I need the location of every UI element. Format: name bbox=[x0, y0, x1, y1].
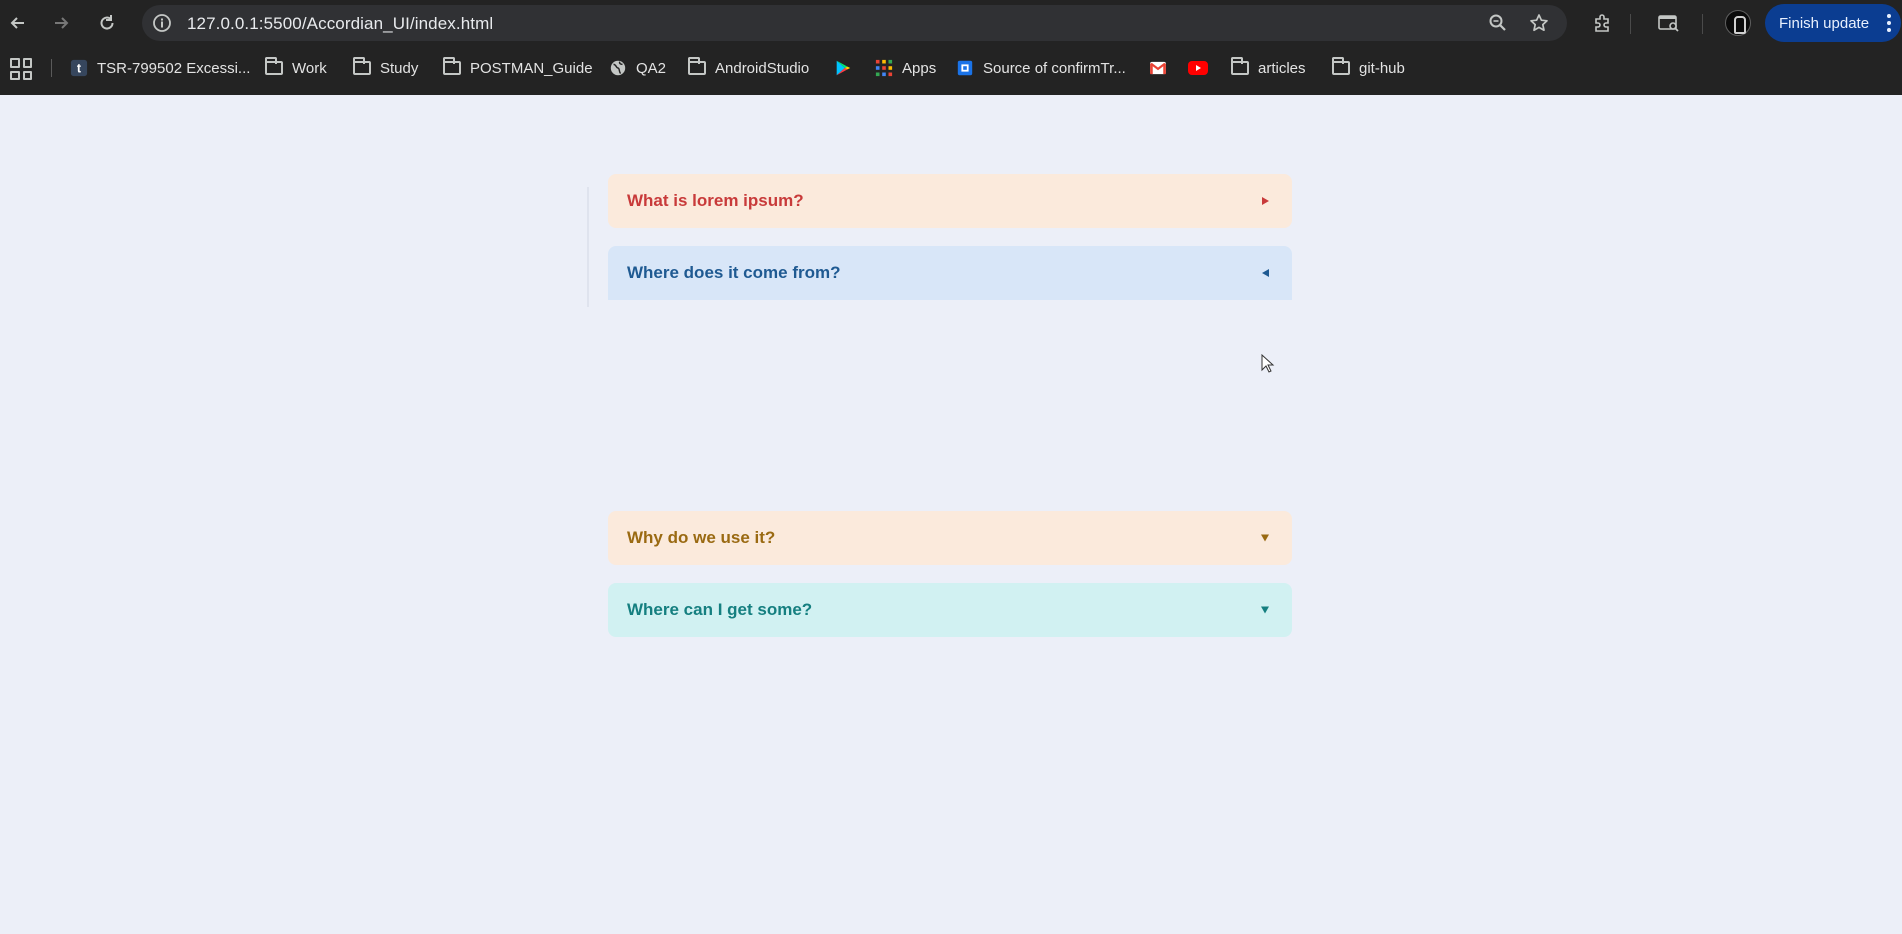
chevron-down-icon bbox=[1261, 606, 1269, 614]
gmail-icon bbox=[1148, 58, 1168, 78]
reload-button[interactable] bbox=[93, 9, 121, 37]
finish-update-button[interactable]: Finish update bbox=[1765, 4, 1901, 42]
bookmark-source-confirm[interactable]: Source of confirmTr... bbox=[955, 50, 1126, 86]
bookmark-play-store[interactable] bbox=[833, 50, 853, 86]
bookmark-label: Source of confirmTr... bbox=[983, 59, 1126, 77]
folder-icon bbox=[1331, 57, 1351, 78]
arrow-left-icon bbox=[1262, 269, 1269, 277]
bookmark-label: Work bbox=[292, 59, 327, 77]
toolbar-divider bbox=[1702, 14, 1703, 34]
accordion-title: Where can I get some? bbox=[627, 600, 813, 619]
chevron-down-icon bbox=[1261, 534, 1269, 542]
folder-icon bbox=[442, 57, 462, 78]
finish-update-label: Finish update bbox=[1779, 14, 1870, 32]
star-icon[interactable] bbox=[1528, 12, 1550, 34]
folder-icon bbox=[352, 57, 372, 78]
menu-icon bbox=[1887, 14, 1891, 32]
back-icon bbox=[10, 17, 24, 29]
bookmark-qa2[interactable]: QA2 bbox=[608, 50, 666, 86]
accordion-title: What is lorem ipsum? bbox=[627, 191, 804, 210]
page-content: What is lorem ipsum? Where does it come … bbox=[0, 95, 1902, 934]
site-info-icon[interactable] bbox=[150, 11, 174, 35]
zoom-icon[interactable] bbox=[1487, 12, 1509, 34]
bookmark-postman-guide[interactable]: POSTMAN_Guide bbox=[442, 50, 593, 86]
bookmark-gmail[interactable] bbox=[1148, 50, 1168, 86]
accordion-title: Where does it come from? bbox=[627, 263, 841, 282]
browser-chrome: 127.0.0.1:5500/Accordian_UI/index.html F… bbox=[0, 0, 1902, 95]
bookmark-label: Study bbox=[380, 59, 419, 77]
browser-toolbar: 127.0.0.1:5500/Accordian_UI/index.html F… bbox=[0, 0, 1902, 46]
accordion-title: Why do we use it? bbox=[627, 528, 776, 547]
back-button[interactable] bbox=[4, 9, 32, 37]
forward-button[interactable] bbox=[47, 9, 75, 37]
bookmark-tsr[interactable]: t TSR-799502 Excessi... bbox=[69, 50, 250, 86]
bookmark-label: POSTMAN_Guide bbox=[470, 59, 593, 77]
accordion-side-line bbox=[587, 187, 589, 307]
folder-icon bbox=[1230, 57, 1250, 78]
apps-icon bbox=[874, 58, 894, 78]
tumblr-icon: t bbox=[69, 58, 89, 78]
bookmark-work[interactable]: Work bbox=[264, 50, 327, 86]
bookmark-label: QA2 bbox=[636, 59, 667, 77]
forward-icon bbox=[55, 17, 69, 29]
bookmark-label: Apps bbox=[902, 59, 937, 77]
bookmark-label: git-hub bbox=[1359, 59, 1405, 77]
folder-icon bbox=[264, 57, 284, 78]
bookmark-androidstudio[interactable]: AndroidStudio bbox=[687, 50, 809, 86]
url-text: 127.0.0.1:5500/Accordian_UI/index.html bbox=[187, 14, 494, 33]
bookmarks-bar: t TSR-799502 Excessi... Work Study POSTM… bbox=[0, 50, 1902, 86]
folder-icon bbox=[687, 57, 707, 78]
bookmark-articles[interactable]: articles bbox=[1230, 50, 1306, 86]
bookmark-apps[interactable]: Apps bbox=[874, 50, 936, 86]
address-bar[interactable]: 127.0.0.1:5500/Accordian_UI/index.html bbox=[142, 5, 1567, 41]
bookmark-study[interactable]: Study bbox=[352, 50, 418, 86]
bookmark-git-hub[interactable]: git-hub bbox=[1331, 50, 1405, 86]
extensions-icon[interactable] bbox=[1590, 10, 1616, 36]
bookmark-site-icon bbox=[955, 58, 975, 78]
accordion-panel-2 bbox=[608, 300, 1292, 505]
bookmark-label: AndroidStudio bbox=[715, 59, 810, 77]
reload-icon bbox=[100, 15, 114, 30]
youtube-icon bbox=[1188, 58, 1208, 78]
arrow-right-icon bbox=[1262, 197, 1269, 205]
accordion-item-1[interactable]: What is lorem ipsum? bbox=[608, 174, 1292, 228]
globe-icon bbox=[608, 58, 628, 78]
toolbar-divider bbox=[1630, 14, 1631, 34]
accordion-item-3[interactable]: Why do we use it? bbox=[608, 511, 1292, 565]
bookmark-label: TSR-799502 Excessi... bbox=[97, 59, 251, 77]
bookmark-youtube[interactable] bbox=[1188, 50, 1208, 86]
bookmark-label: articles bbox=[1258, 59, 1306, 77]
play-store-icon bbox=[833, 58, 853, 78]
mouse-cursor-icon bbox=[1261, 354, 1275, 373]
accordion-item-4[interactable]: Where can I get some? bbox=[608, 583, 1292, 637]
tab-search-icon[interactable] bbox=[1656, 10, 1682, 36]
bookmarks-divider bbox=[51, 59, 52, 77]
profile-icon[interactable] bbox=[1725, 10, 1751, 36]
apps-grid-icon[interactable] bbox=[10, 58, 32, 80]
accordion-item-2[interactable]: Where does it come from? bbox=[608, 246, 1292, 300]
